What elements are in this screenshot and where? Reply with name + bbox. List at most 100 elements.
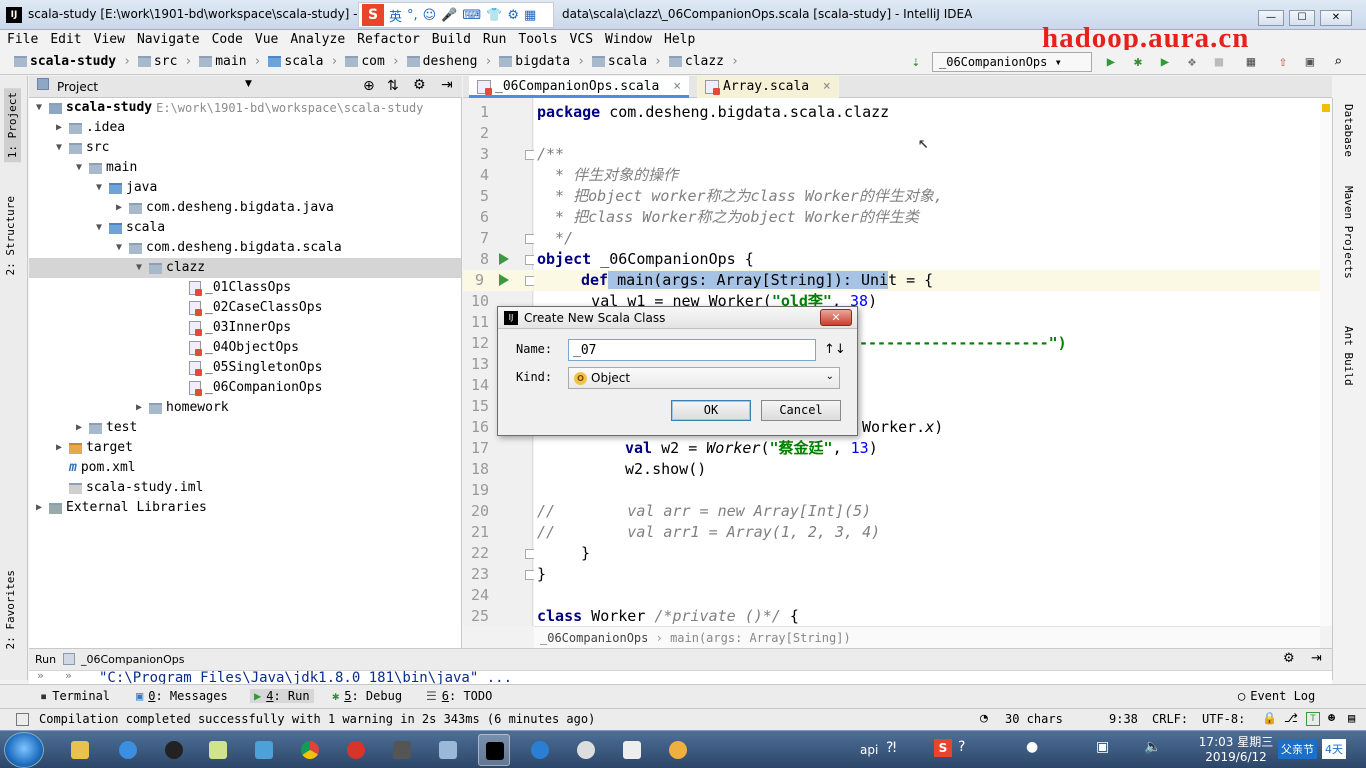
tab-companion-ops[interactable]: _06CompanionOps.scala × <box>469 76 690 98</box>
line-number[interactable]: 3 <box>463 144 489 165</box>
maximize-button[interactable]: ☐ <box>1289 10 1315 26</box>
line-number[interactable]: 1 <box>463 102 489 123</box>
collapsed-arrow-icon[interactable]: ▶ <box>53 118 65 138</box>
collapsed-arrow-icon[interactable]: ▶ <box>33 498 45 518</box>
tree-item[interactable]: ▶ com.desheng.bigdata.java <box>29 198 461 218</box>
line-number[interactable]: 6 <box>463 207 489 228</box>
dialog-close-button[interactable]: ✕ <box>820 309 852 326</box>
line-number[interactable]: 5 <box>463 186 489 207</box>
cancel-button[interactable]: Cancel <box>761 400 841 421</box>
vcs-icon[interactable]: ⇧ <box>1275 54 1291 70</box>
line-number[interactable]: 21 <box>463 522 489 543</box>
editor-scrollbar[interactable] <box>1320 98 1332 626</box>
line-number[interactable]: 4 <box>463 165 489 186</box>
notifications-icon[interactable]: ▤ <box>1348 711 1355 725</box>
expanded-arrow-icon[interactable]: ▼ <box>93 178 105 198</box>
editor-breadcrumb-item[interactable]: main(args: Array[String]) <box>670 631 851 645</box>
tree-item[interactable]: _01ClassOps <box>29 278 461 298</box>
menu-tools[interactable]: Tools <box>511 30 562 49</box>
help-icon[interactable]: ? <box>958 739 965 755</box>
todo-tool-button[interactable]: ☰ 6: TODO <box>426 689 492 703</box>
expanded-arrow-icon[interactable]: ▼ <box>113 238 125 258</box>
gear-icon[interactable]: ⚙ <box>413 77 426 93</box>
tree-item[interactable]: ▼ scala <box>29 218 461 238</box>
line-number[interactable]: 20 <box>463 501 489 522</box>
breadcrumb-item[interactable]: desheng <box>423 54 478 69</box>
tree-item[interactable]: ▼ com.desheng.bigdata.scala <box>29 238 461 258</box>
line-number[interactable]: 13 <box>463 354 489 375</box>
debug-tool-button[interactable]: ✱ 5: Debug <box>332 689 402 703</box>
collapsed-arrow-icon[interactable]: ▶ <box>53 438 65 458</box>
expanded-arrow-icon[interactable]: ▼ <box>73 158 85 178</box>
tree-item[interactable]: _02CaseClassOps <box>29 298 461 318</box>
sort-icon[interactable]: ↑↓ <box>824 342 846 357</box>
gear-icon[interactable]: ⚙ <box>1283 651 1295 666</box>
menu-build[interactable]: Build <box>425 30 476 49</box>
hide-icon[interactable]: ⇥ <box>441 77 453 93</box>
tree-item[interactable]: _06CompanionOps <box>29 378 461 398</box>
menu-help[interactable]: Help <box>657 30 700 49</box>
line-number[interactable]: 24 <box>463 585 489 606</box>
event-log-button[interactable]: ◯ Event Log <box>1238 689 1315 703</box>
tree-item[interactable]: _04ObjectOps <box>29 338 461 358</box>
search-icon[interactable]: ⌕ <box>1330 54 1346 70</box>
tree-item[interactable]: ▶ .idea <box>29 118 461 138</box>
taskbar-chrome[interactable] <box>294 734 326 766</box>
run-config-name[interactable]: _06CompanionOps <box>81 653 184 666</box>
menu-run[interactable]: Run <box>476 30 511 49</box>
taskbar-qq[interactable] <box>158 734 190 766</box>
menu-code[interactable]: Code <box>205 30 248 49</box>
line-number[interactable]: 22 <box>463 543 489 564</box>
minimize-button[interactable]: — <box>1258 10 1284 26</box>
inspection-icon[interactable]: T <box>1306 712 1320 726</box>
tree-item[interactable]: _05SingletonOps <box>29 358 461 378</box>
ime-emoji-icon[interactable]: ☺ <box>423 8 437 23</box>
line-separator[interactable]: CRLF: <box>1152 712 1188 726</box>
menu-view[interactable]: View <box>87 30 130 49</box>
run-coverage-icon[interactable]: ▶ <box>1157 54 1173 70</box>
menu-analyze[interactable]: Analyze <box>283 30 350 49</box>
run-gutter-icon[interactable] <box>499 274 509 286</box>
kind-select[interactable]: O Object ⌄ <box>568 367 840 389</box>
run-tool-button[interactable]: ▶ 4: Run <box>250 689 314 703</box>
console-output[interactable]: » » "C:\Program Files\Java\jdk1.8.0_181\… <box>29 670 1332 684</box>
editor-breadcrumb-item[interactable]: _06CompanionOps <box>540 631 648 645</box>
structure-tool-tab[interactable]: 2: Structure <box>4 196 17 275</box>
collapse-all-icon[interactable]: ⇅ <box>387 78 399 94</box>
breadcrumb-item[interactable]: src <box>154 54 177 69</box>
taskbar-browser[interactable] <box>524 734 556 766</box>
network-icon[interactable]: ▣ <box>1096 739 1109 755</box>
collapsed-arrow-icon[interactable]: ▶ <box>133 398 145 418</box>
holiday-badge[interactable]: 父亲节 <box>1278 739 1317 759</box>
fast-forward-icon[interactable]: » <box>37 671 44 682</box>
close-icon[interactable]: × <box>823 79 831 94</box>
line-number[interactable]: 15 <box>463 396 489 417</box>
line-number[interactable]: 2 <box>463 123 489 144</box>
line-number[interactable]: 10 <box>463 291 489 312</box>
run-config-select[interactable]: _06CompanionOps ▾ <box>932 52 1092 72</box>
expanded-arrow-icon[interactable]: ▼ <box>53 138 65 158</box>
line-number[interactable]: 12 <box>463 333 489 354</box>
taskbar-paint[interactable] <box>662 734 694 766</box>
sogou-tray-icon[interactable]: S <box>934 739 952 757</box>
line-number[interactable]: 7 <box>463 228 489 249</box>
tab-array-scala[interactable]: Array.scala × <box>697 76 839 98</box>
close-icon[interactable]: × <box>673 79 681 94</box>
line-number[interactable]: 23 <box>463 564 489 585</box>
project-tree[interactable]: ▼ scala-study E:\work\1901-bd\workspace\sc… <box>29 98 462 648</box>
taskbar-ie[interactable] <box>112 734 144 766</box>
fast-forward-icon[interactable]: » <box>65 671 72 682</box>
taskbar-intellij[interactable] <box>478 734 510 766</box>
tree-item[interactable]: ▼ main <box>29 158 461 178</box>
line-number[interactable]: 19 <box>463 480 489 501</box>
favorites-tool-tab[interactable]: 2: Favorites <box>4 570 17 649</box>
menu-refactor[interactable]: Refactor <box>350 30 425 49</box>
ime-punct-icon[interactable]: °, <box>407 8 418 23</box>
lock-icon[interactable]: 🔒 <box>1262 711 1277 725</box>
line-number[interactable]: 9 <box>463 270 533 291</box>
breadcrumb-item[interactable]: bigdata <box>515 54 570 69</box>
file-encoding[interactable]: UTF-8: <box>1202 712 1245 726</box>
qq-tray-icon[interactable]: ● <box>1026 739 1038 755</box>
ok-button[interactable]: OK <box>671 400 751 421</box>
terminal-tool-button[interactable]: ▪ Terminal <box>40 689 110 703</box>
